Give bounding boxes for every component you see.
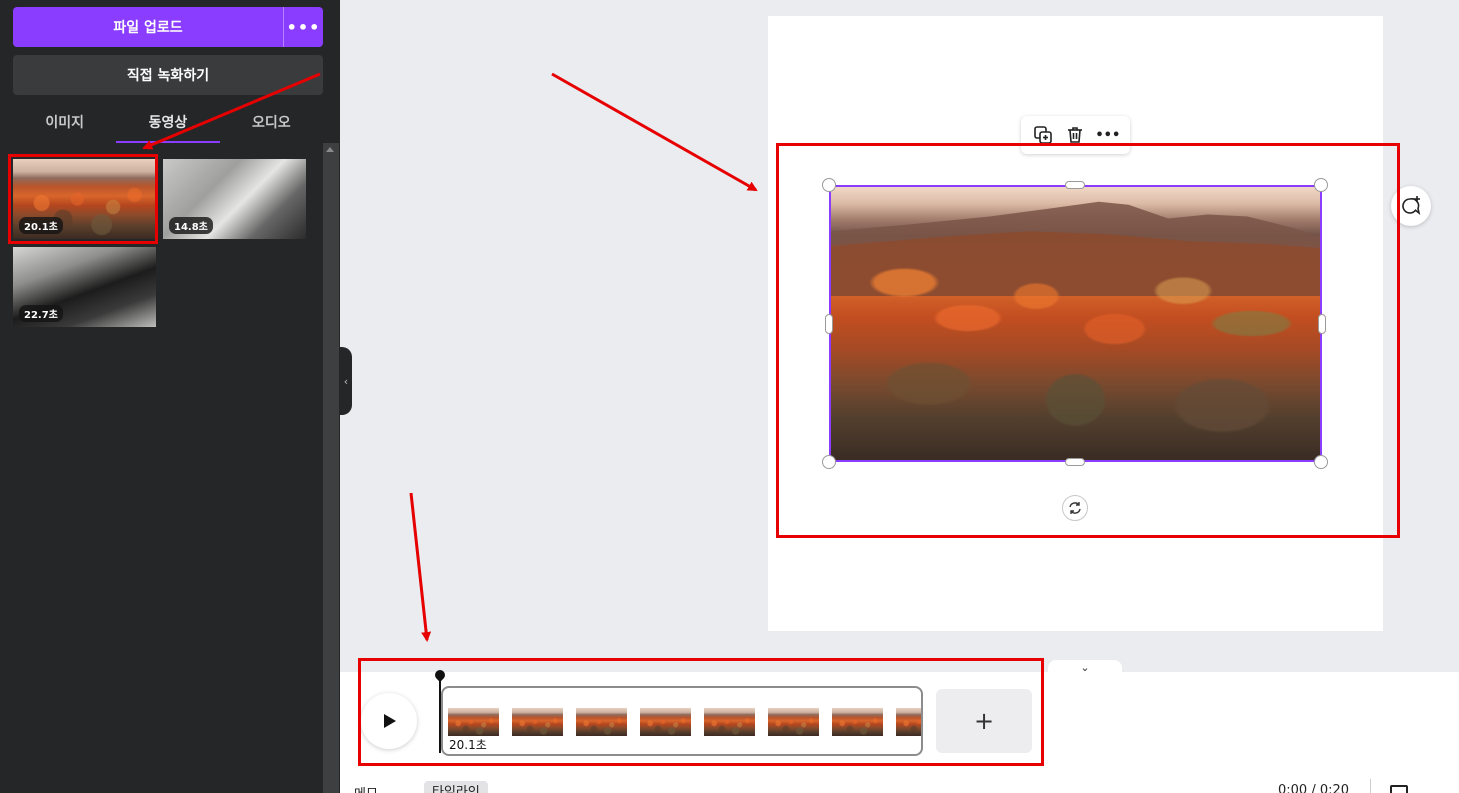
record-button[interactable]: 직접 녹화하기: [13, 55, 323, 95]
clip-frames: [448, 708, 921, 736]
add-clip-button[interactable]: +: [936, 689, 1032, 753]
tab-videos[interactable]: 동영상: [116, 100, 220, 143]
upload-file-button[interactable]: 파일 업로드: [13, 7, 283, 47]
upload-button-group: 파일 업로드 •••: [13, 7, 323, 47]
resize-handle-left[interactable]: [825, 314, 833, 334]
sidebar-scrollbar[interactable]: [323, 143, 339, 793]
plus-icon: +: [973, 707, 995, 735]
timeline-header-strip: [340, 655, 1459, 672]
resize-handle-top-right[interactable]: [1314, 178, 1328, 192]
upload-more-button[interactable]: •••: [283, 7, 323, 47]
duration-badge: 14.8초: [169, 217, 213, 234]
timeline-clip[interactable]: 20.1초: [441, 686, 923, 756]
foliage-texture: [831, 187, 1320, 460]
arrow-to-timeline: [409, 492, 432, 642]
clip-frame: [576, 708, 627, 736]
tab-audio[interactable]: 오디오: [220, 100, 323, 143]
chevron-left-icon: ‹: [343, 374, 349, 388]
resize-handle-bottom-left[interactable]: [822, 455, 836, 469]
clip-frame: [896, 708, 921, 736]
clip-frame: [512, 708, 563, 736]
duration-badge: 22.7초: [19, 305, 63, 322]
collapse-sidebar-button[interactable]: ‹: [340, 347, 352, 415]
trash-icon[interactable]: [1063, 123, 1087, 147]
media-tabs: 이미지 동영상 오디오: [13, 100, 323, 143]
page-view-icon[interactable]: [1390, 785, 1408, 793]
sidebar: 파일 업로드 ••• 직접 녹화하기 이미지 동영상 오디오 20.1초 14.…: [0, 0, 340, 793]
scroll-up-icon[interactable]: [326, 147, 334, 152]
video-thumbnail-forest[interactable]: 20.1초: [13, 159, 156, 239]
divider: [1370, 779, 1371, 793]
resize-handle-right[interactable]: [1318, 314, 1326, 334]
rotate-handle[interactable]: [1062, 495, 1088, 521]
bottom-bar: 메모 타임라인 0:00 / 0:20: [340, 779, 1459, 793]
selected-video-element[interactable]: [829, 185, 1322, 462]
play-button[interactable]: [361, 693, 417, 749]
video-thumbnail-tool[interactable]: 22.7초: [13, 247, 156, 327]
resize-handle-bottom-right[interactable]: [1314, 455, 1328, 469]
time-readout: 0:00 / 0:20: [1278, 783, 1350, 793]
element-toolbar: •••: [1021, 116, 1130, 154]
resize-handle-top[interactable]: [1065, 181, 1085, 189]
resize-handle-top-left[interactable]: [822, 178, 836, 192]
more-label: •••: [1095, 127, 1121, 143]
clip-frame: [448, 708, 499, 736]
duplicate-icon[interactable]: [1031, 123, 1055, 147]
clip-frame: [704, 708, 755, 736]
clip-frame: [640, 708, 691, 736]
add-comment-button[interactable]: [1391, 186, 1431, 226]
timeline-toggle-button[interactable]: 타임라인: [424, 781, 488, 793]
more-icon[interactable]: •••: [1095, 123, 1121, 147]
clip-frame: [832, 708, 883, 736]
tab-images[interactable]: 이미지: [13, 100, 116, 143]
resize-handle-bottom[interactable]: [1065, 458, 1085, 466]
clip-frame: [768, 708, 819, 736]
notes-button[interactable]: 메모: [354, 783, 378, 793]
comment-add-icon: [1402, 196, 1421, 215]
duration-badge: 20.1초: [19, 217, 63, 234]
rotate-icon: [1069, 502, 1081, 514]
video-thumbnail-machine[interactable]: 14.8초: [163, 159, 306, 239]
playhead[interactable]: [439, 678, 441, 753]
play-icon: [384, 714, 396, 728]
clip-duration-label: 20.1초: [449, 738, 487, 752]
arrow-to-canvas: [551, 72, 758, 192]
